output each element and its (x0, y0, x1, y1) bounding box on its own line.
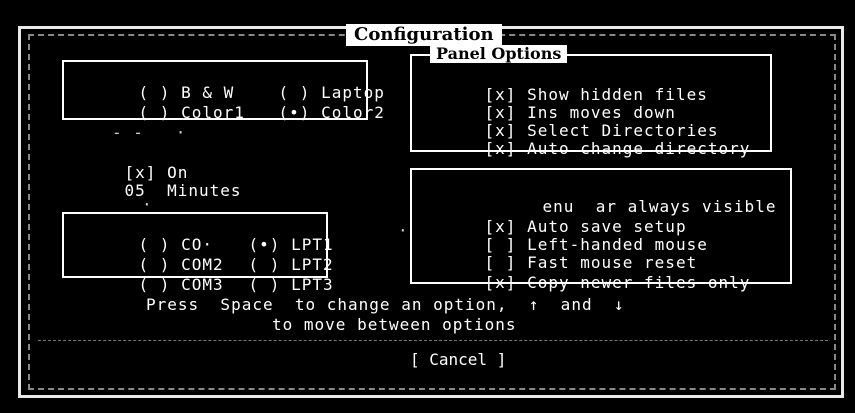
screen-blank-minutes[interactable]: 05 Minutes (82, 164, 242, 218)
divider (38, 340, 828, 341)
radio-label: LPT3 (291, 275, 334, 294)
radio-label: Color2 (321, 103, 385, 122)
hint-line-2: to move between options (272, 315, 517, 334)
minutes-label: Minutes (167, 181, 242, 200)
panel-options-label: Panel Options (430, 45, 568, 63)
dos-screen: Configuration ( ) B & W ( ) Laptop ( ) C… (0, 0, 855, 413)
checkbox-state: [x] (484, 139, 517, 158)
checkbox-label: Auto change directory (527, 139, 751, 158)
radio-state: ( ) (248, 275, 281, 294)
radio-state: (•) (278, 103, 311, 122)
cancel-button[interactable]: [ Cancel ] (410, 351, 506, 369)
separator-dot: · (398, 221, 409, 240)
hint-line-1: Press Space to change an option, ↑ and ↓ (146, 295, 625, 314)
dialog-title: Configuration (346, 24, 502, 46)
radio-color2[interactable]: (•) Color2 (236, 86, 385, 140)
checkbox-state: [x] (484, 273, 517, 292)
radio-state: ( ) (138, 275, 171, 294)
radio-state: ( ) (138, 103, 171, 122)
checkbox-label: Copy newer files only (527, 273, 751, 292)
screen-blank-dots: - - · (112, 123, 187, 142)
